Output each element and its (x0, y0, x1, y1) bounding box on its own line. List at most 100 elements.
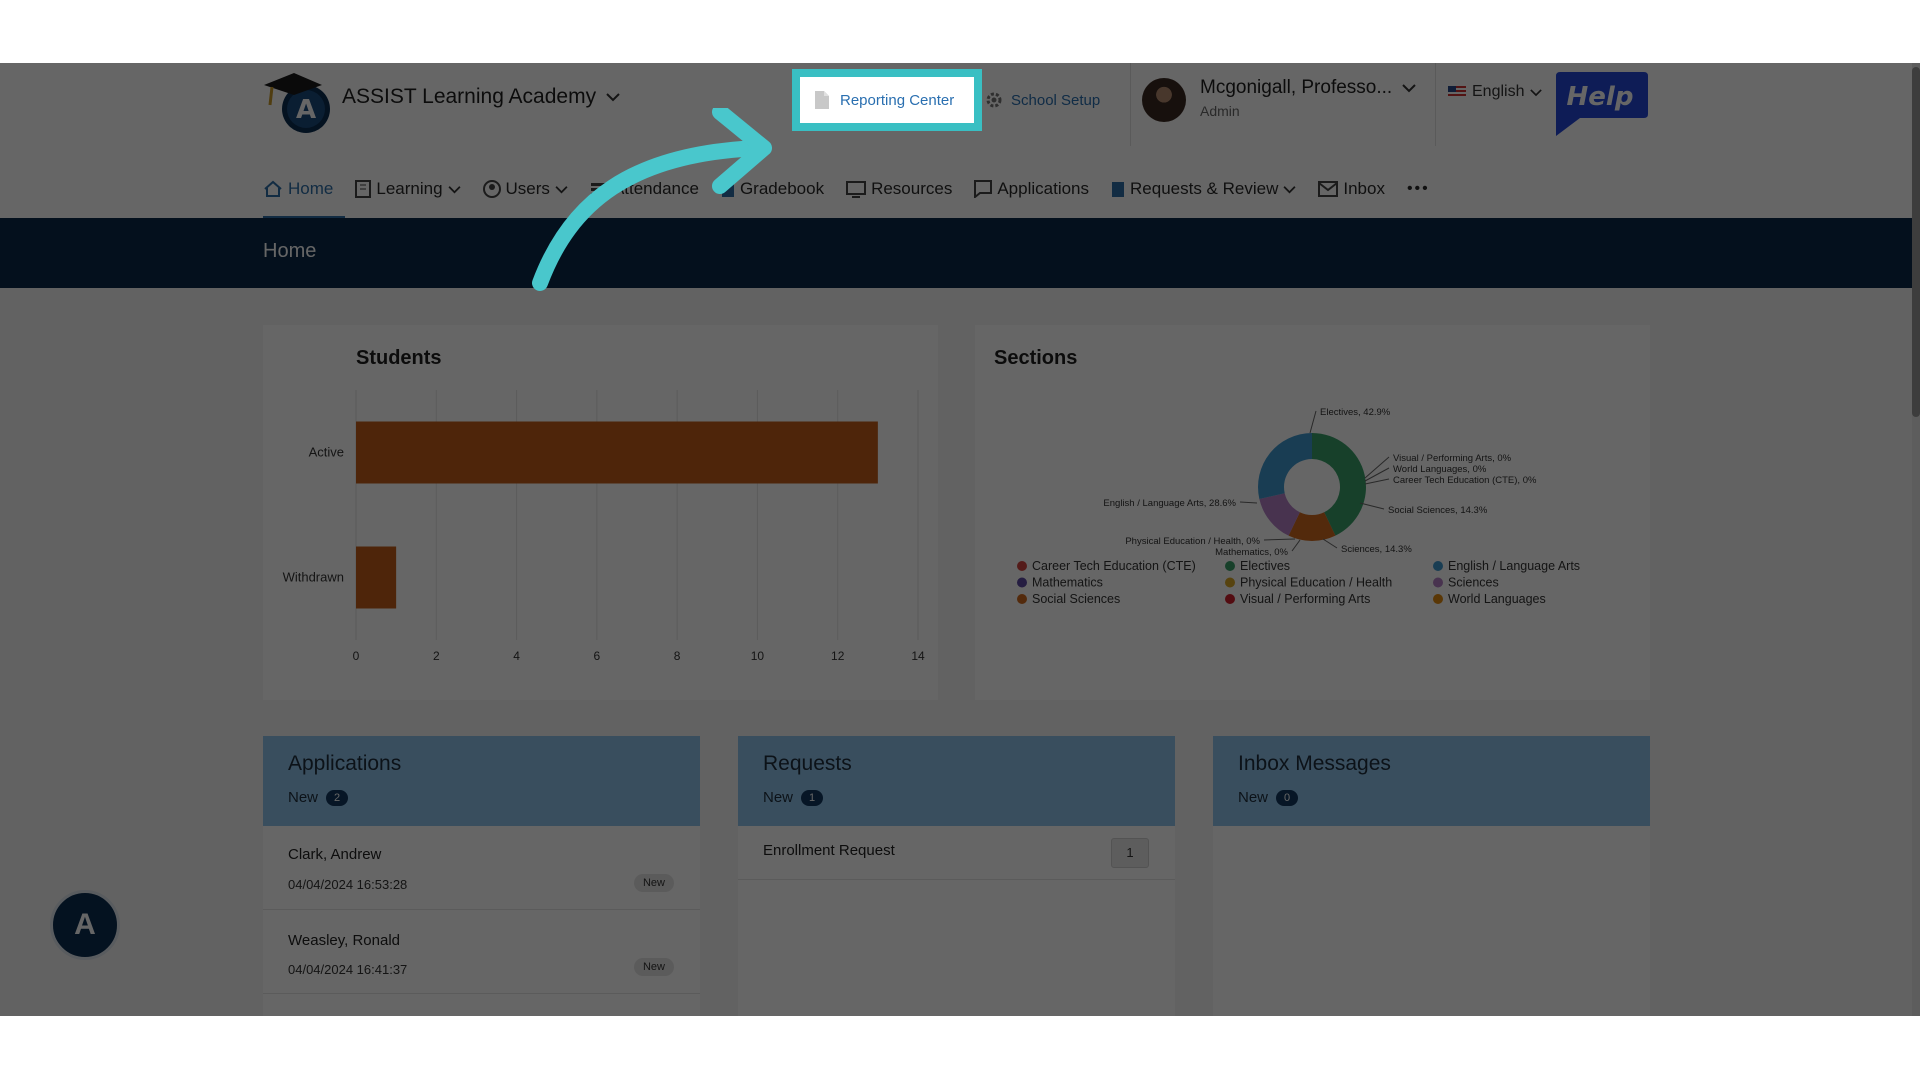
new-count-badge: 2 (326, 789, 349, 806)
nav-applications[interactable]: Applications (974, 159, 1089, 219)
chevron-down-icon (606, 93, 620, 102)
legend-label[interactable]: Sciences (1448, 576, 1499, 590)
new-label: New (763, 789, 794, 806)
x-tick-label: 14 (911, 649, 925, 663)
reporting-center-link[interactable]: Reporting Center (800, 77, 974, 123)
slice-leader-line (1309, 410, 1317, 434)
slice-label: Visual / Performing Arts, 0% (1393, 453, 1512, 464)
sections-card: Sections Electives, 42.9% Visual / Perfor… (975, 325, 1650, 700)
inbox-title: Inbox Messages (1238, 752, 1391, 775)
scrollbar-thumb[interactable] (1912, 67, 1920, 417)
legend-swatch (1017, 577, 1027, 588)
status-badge: New (633, 958, 674, 976)
us-flag-icon (1448, 86, 1466, 98)
reporting-center-highlight: Reporting Center (792, 69, 982, 131)
language-selector[interactable]: English (1448, 83, 1543, 101)
legend-label[interactable]: English / Language Arts (1448, 559, 1580, 573)
legend-label[interactable]: Career Tech Education (CTE) (1032, 559, 1196, 573)
school-selector[interactable]: ASSIST Learning Academy (342, 85, 620, 109)
inbox-header[interactable]: Inbox Messages New 0 (1213, 736, 1650, 826)
legend-swatch (1433, 561, 1443, 571)
x-tick-label: 10 (751, 649, 765, 663)
user-menu[interactable]: Mcgonigall, Professo... (1200, 77, 1416, 99)
slice-label: World Languages, 0% (1393, 464, 1487, 475)
clipboard-icon (1112, 182, 1125, 197)
help-button[interactable]: Help (1550, 68, 1650, 138)
school-name: ASSIST Learning Academy (342, 85, 597, 108)
assistant-launcher-button[interactable]: A (50, 890, 120, 960)
app-window: A ASSIST Learning Academy School Setup M… (0, 63, 1920, 1016)
nav-resources-label: Resources (871, 179, 953, 198)
legend-swatch (1017, 561, 1027, 571)
slice-label: English / Language Arts, 28.6% (1103, 498, 1236, 509)
language-label: English (1472, 83, 1525, 100)
gear-icon (986, 92, 1002, 108)
home-icon (264, 180, 282, 197)
school-setup-link[interactable]: School Setup (985, 91, 1100, 109)
legend-swatch (1225, 594, 1235, 604)
legend-swatch (1225, 577, 1235, 588)
list-item[interactable]: Clark, Andrew 04/04/2024 16:53:28 New (263, 826, 700, 910)
nav-inbox[interactable]: Inbox (1318, 159, 1385, 219)
requests-new: New 1 (763, 789, 824, 806)
nav-home[interactable]: Home (263, 159, 346, 219)
nav-requests-review[interactable]: Requests & Review (1111, 159, 1296, 219)
applications-new: New 2 (288, 789, 349, 806)
sections-donut-chart: Electives, 42.9% Visual / Performing Arts… (1017, 407, 1580, 606)
legend-swatch (1017, 594, 1027, 604)
requests-title: Requests (763, 752, 852, 775)
nav-resources[interactable]: Resources (846, 159, 952, 219)
chevron-down-icon (447, 185, 461, 193)
nav-more-button[interactable]: ••• (1407, 159, 1430, 219)
x-tick-label: 12 (831, 649, 845, 663)
legend-swatch (1225, 561, 1235, 571)
slice-label: Sciences, 14.3% (1341, 544, 1412, 555)
chevron-down-icon (1530, 88, 1543, 96)
avatar[interactable] (1142, 78, 1186, 122)
bar[interactable] (356, 546, 397, 609)
x-tick-label: 8 (674, 649, 681, 663)
list-item[interactable]: Enrollment Request 1 (738, 826, 1175, 880)
bar[interactable] (356, 421, 878, 484)
legend-label[interactable]: Visual / Performing Arts (1240, 592, 1370, 606)
legend-label[interactable]: Social Sciences (1032, 592, 1120, 606)
chevron-down-icon (1283, 185, 1296, 193)
nav-inbox-label: Inbox (1343, 179, 1385, 198)
nav-learning[interactable]: Learning (355, 159, 461, 219)
envelope-icon (1318, 181, 1339, 197)
applicant-date: 04/04/2024 16:41:37 (288, 962, 408, 977)
page-title: Home (263, 240, 317, 262)
user-icon (482, 180, 501, 198)
school-logo[interactable]: A (264, 65, 332, 137)
nav-requests-review-label: Requests & Review (1130, 179, 1279, 198)
applicant-name: Clark, Andrew (288, 846, 382, 863)
slice-leader-line (1364, 478, 1390, 485)
slice-label: Career Tech Education (CTE), 0% (1393, 475, 1537, 486)
comment-icon (974, 180, 993, 198)
donut-slice[interactable] (1258, 433, 1312, 500)
document-icon (815, 91, 829, 109)
page-banner: Home (0, 218, 1920, 288)
tutorial-arrow (532, 108, 772, 291)
legend-label[interactable]: Mathematics (1032, 576, 1103, 590)
request-name: Enrollment Request (763, 842, 895, 859)
x-tick-label: 6 (594, 649, 601, 663)
new-label: New (1238, 789, 1269, 806)
monitor-icon (846, 181, 867, 198)
legend-label[interactable]: Physical Education / Health (1240, 576, 1392, 590)
list-item[interactable]: Weasley, Ronald 04/04/2024 16:41:37 New (263, 910, 700, 994)
x-tick-label: 0 (353, 649, 360, 663)
school-setup-label: School Setup (1011, 91, 1101, 109)
legend-label[interactable]: Electives (1240, 559, 1290, 573)
main-nav: Home Learning Users Attendance Gradebook (263, 159, 1452, 219)
requests-header[interactable]: Requests New 1 (738, 736, 1175, 826)
inbox-panel: Inbox Messages New 0 (1213, 736, 1650, 1016)
applications-header[interactable]: Applications New 2 (263, 736, 700, 826)
status-badge: New (633, 874, 674, 892)
header-divider (1130, 63, 1131, 146)
slice-leader-line (1359, 502, 1385, 510)
nav-applications-label: Applications (997, 179, 1090, 198)
legend-label[interactable]: World Languages (1448, 592, 1546, 606)
new-label: New (288, 789, 319, 806)
more-icon: ••• (1406, 180, 1430, 197)
